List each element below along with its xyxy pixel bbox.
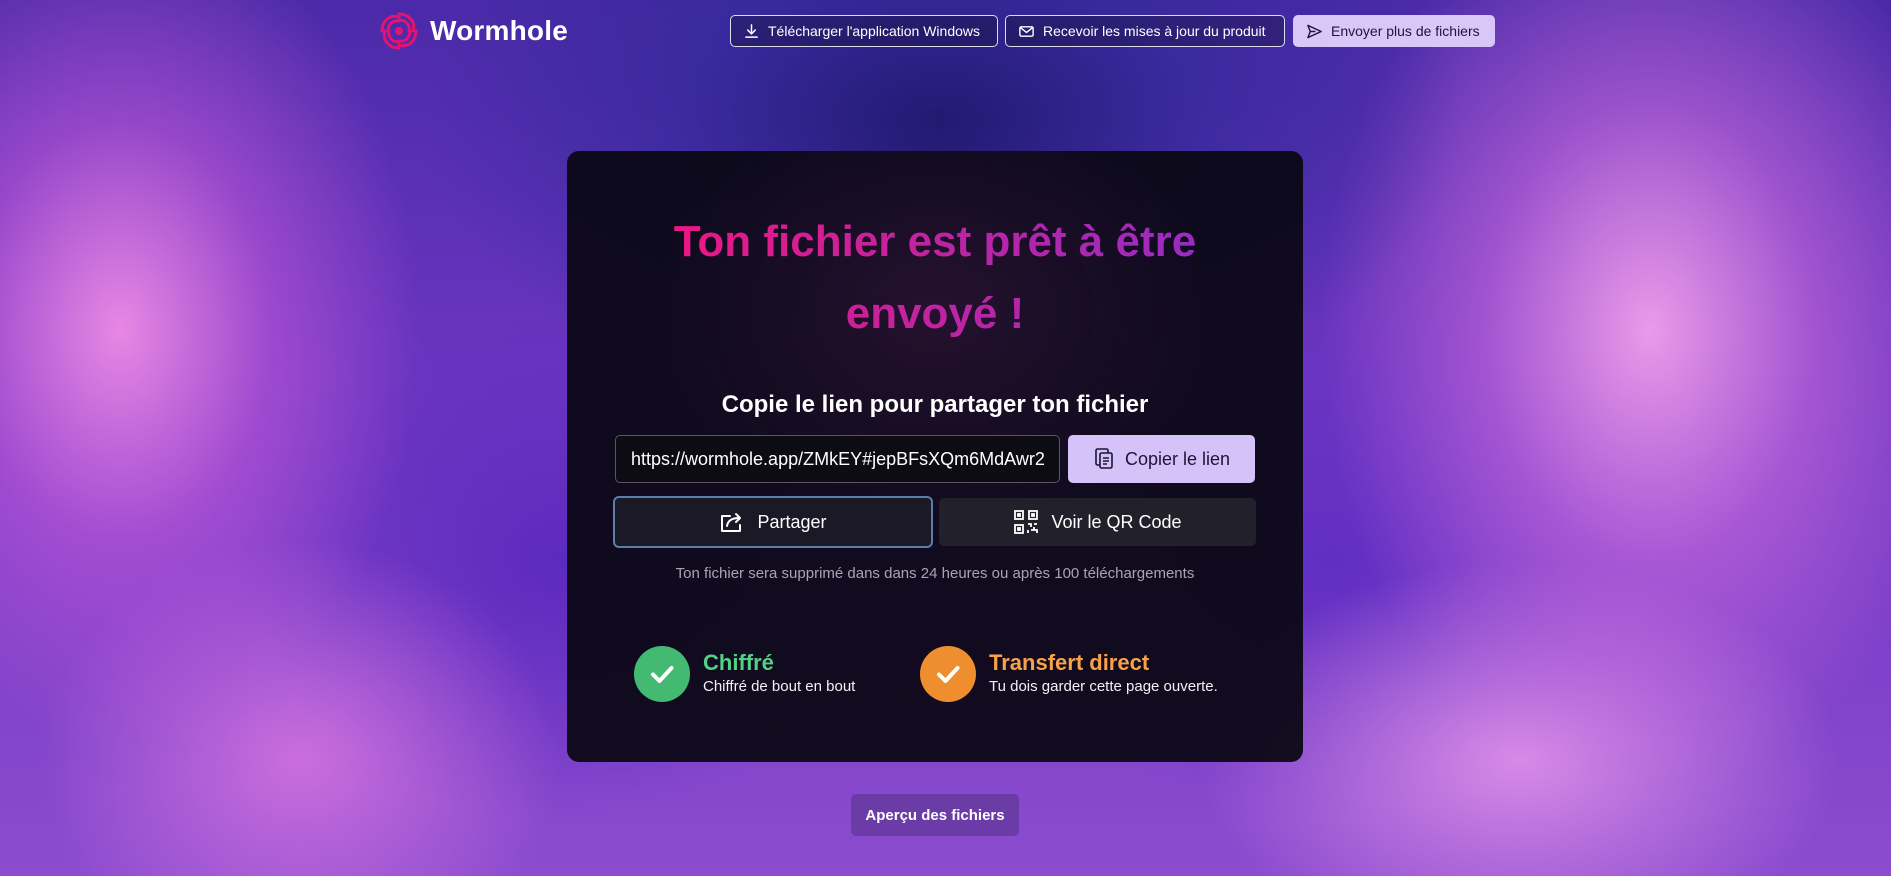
download-windows-app-label: Télécharger l'application Windows: [768, 23, 980, 39]
file-preview-button[interactable]: Aperçu des fichiers: [851, 794, 1019, 836]
share-card: Ton fichier est prêt à être envoyé ! Cop…: [567, 151, 1303, 762]
copy-link-label: Copier le lien: [1124, 448, 1231, 469]
copy-icon: [1095, 448, 1113, 469]
brand-name: Wormhole: [430, 15, 568, 46]
product-updates-button[interactable]: Recevoir les mises à jour du produit: [1005, 15, 1285, 47]
download-icon: [745, 23, 758, 38]
feature-title: Transfert direct: [989, 650, 1150, 675]
page-title: Ton fichier est prêt à être envoyé !: [607, 206, 1263, 350]
view-qr-code-button[interactable]: Voir le QR Code: [939, 498, 1256, 546]
send-more-files-label: Envoyer plus de fichiers: [1331, 23, 1480, 39]
expiry-note: Ton fichier sera supprimé dans dans 24 h…: [675, 565, 1195, 582]
share-button[interactable]: Partager: [613, 496, 933, 548]
feature-description: Tu dois garder cette page ouverte.: [989, 678, 1218, 695]
view-qr-code-label: Voir le QR Code: [1051, 511, 1182, 532]
check-icon: [920, 646, 976, 702]
check-icon: [634, 646, 690, 702]
share-heading: Copie le lien pour partager ton fichier: [721, 391, 1149, 418]
product-updates-label: Recevoir les mises à jour du produit: [1043, 23, 1266, 39]
qr-code-icon: [1014, 510, 1039, 534]
download-windows-app-button[interactable]: Télécharger l'application Windows: [730, 15, 998, 47]
brand[interactable]: Wormhole: [378, 10, 568, 52]
mail-icon: [1019, 25, 1034, 37]
top-bar: Wormhole Télécharger l'application Windo…: [0, 0, 1891, 62]
feature-direct-transfer: Transfert direct Tu dois garder cette pa…: [920, 646, 1218, 702]
feature-encrypted: Chiffré Chiffré de bout en bout: [634, 646, 855, 702]
share-link-input[interactable]: [615, 435, 1060, 483]
share-icon: [721, 513, 742, 532]
share-label: Partager: [757, 511, 827, 532]
send-more-files-button[interactable]: Envoyer plus de fichiers: [1293, 15, 1495, 47]
feature-description: Chiffré de bout en bout: [703, 678, 856, 695]
send-icon: [1307, 24, 1322, 38]
wormhole-spiral-icon: [380, 12, 418, 50]
copy-link-button[interactable]: Copier le lien: [1068, 435, 1255, 483]
feature-title: Chiffré: [703, 650, 774, 675]
